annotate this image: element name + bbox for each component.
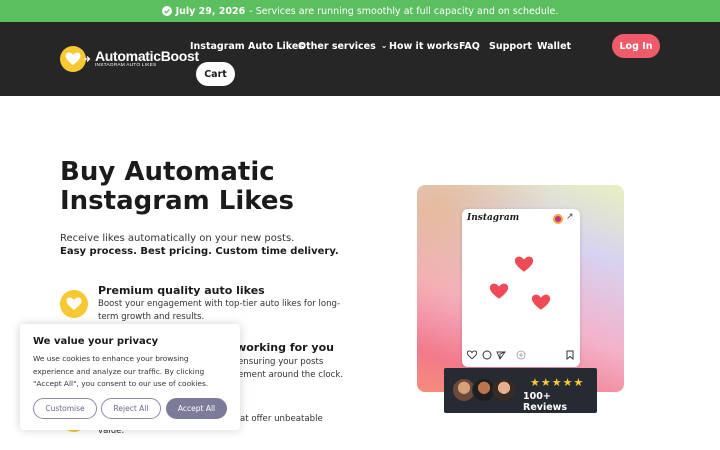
feature-desc-line: at offer unbeatable <box>240 414 323 424</box>
rating-stars: ★★★★★ <box>530 376 585 389</box>
instagram-post-mockup: Instagram ↗ <box>462 209 580 367</box>
post-actions-bar <box>467 350 575 362</box>
nav-support[interactable]: Support <box>489 41 532 52</box>
instagram-logo-text: Instagram <box>467 213 520 223</box>
hero-subtitle-bold: Easy process. Best pricing. Custom time … <box>60 246 339 257</box>
cookie-consent-dialog: We value your privacy We use cookies to … <box>20 324 240 430</box>
nav-wallet[interactable]: Wallet <box>537 41 571 52</box>
nav-other-services[interactable]: Other services ⌄ <box>298 41 387 52</box>
brand-name: AutomaticBoost <box>95 48 199 64</box>
hero-subtitle: Receive likes automatically on your new … <box>60 233 295 244</box>
arrow-icon <box>84 56 91 62</box>
banner-date: July 29, 2026 <box>175 5 246 17</box>
customise-button[interactable]: Customise <box>33 398 97 419</box>
story-avatar-icon <box>553 214 563 224</box>
send-icon <box>496 351 506 360</box>
heart-icon <box>489 283 509 299</box>
chevron-down-icon: ⌄ <box>380 41 388 50</box>
reviews-count: 100+ Reviews <box>523 391 568 413</box>
brand-logo[interactable]: AutomaticBoost INSTAGRAM AUTO LIKES <box>60 46 199 72</box>
status-banner: July 29, 2026 - Services are running smo… <box>0 0 720 22</box>
reviewer-avatars <box>452 378 516 404</box>
nav-instagram-auto-likes[interactable]: Instagram Auto Likes <box>190 41 304 52</box>
heart-icon <box>514 256 534 272</box>
cart-button[interactable]: Cart <box>196 62 235 86</box>
nav-how-it-works[interactable]: How it works <box>389 41 459 52</box>
bookmark-icon <box>566 350 574 360</box>
reject-all-button[interactable]: Reject All <box>101 398 161 419</box>
heart-icon <box>60 290 88 318</box>
feature-desc-line: ement around the clock. <box>238 370 344 380</box>
top-navigation: AutomaticBoost INSTAGRAM AUTO LIKES Inst… <box>0 22 720 96</box>
feature-desc-line: ensuring your posts <box>238 357 324 367</box>
post-photo <box>467 227 575 345</box>
cookie-title: We value your privacy <box>33 336 159 347</box>
reviews-badge: ★★★★★ 100+ Reviews <box>444 368 597 413</box>
cookie-text: We use cookies to enhance your browsing … <box>33 354 209 388</box>
share-arrow-icon: ↗ <box>566 212 574 222</box>
nav-faq[interactable]: FAQ <box>459 41 480 52</box>
check-circle-icon <box>161 6 172 16</box>
feature-desc-line: term growth and results. <box>98 312 205 322</box>
accept-all-button[interactable]: Accept All <box>166 398 227 419</box>
feature-desc-line: Boost your engagement with top-tier auto… <box>98 299 341 309</box>
add-icon <box>516 350 526 360</box>
heart-icon <box>531 294 551 310</box>
login-button[interactable]: Log In <box>612 34 660 58</box>
page-title: Buy Automatic Instagram Likes <box>60 157 294 216</box>
banner-message: - Services are running smoothly at full … <box>249 5 559 17</box>
comment-icon <box>482 350 492 360</box>
avatar <box>492 378 516 402</box>
nav-other-services-label: Other services <box>298 41 376 52</box>
like-outline-icon <box>467 350 477 360</box>
feature-title: Premium quality auto likes <box>98 284 265 297</box>
